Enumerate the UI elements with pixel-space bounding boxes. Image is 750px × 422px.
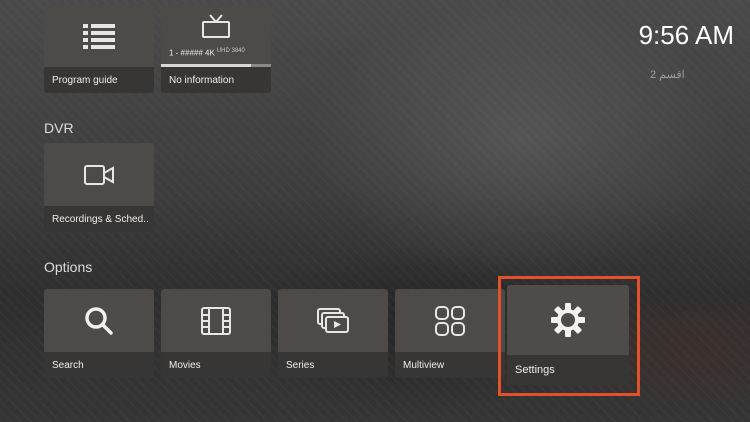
options-section-title: Options — [44, 259, 93, 275]
program-guide-tile[interactable]: Program guide — [44, 4, 154, 93]
movies-tile[interactable]: Movies — [161, 289, 271, 378]
recordings-label: Recordings & Sched.. — [44, 206, 154, 232]
multiview-tile[interactable]: Multiview — [395, 289, 505, 378]
search-icon — [44, 289, 154, 352]
tv-icon — [161, 4, 271, 48]
series-tile[interactable]: Series — [278, 289, 388, 378]
dvr-section-title: DVR — [44, 120, 74, 136]
video-camera-icon — [44, 143, 154, 206]
now-playing-tile[interactable]: 1 - ##### 4K UHD 3840 No information — [161, 4, 271, 93]
program-guide-label: Program guide — [44, 67, 154, 93]
channel-badge: UHD 3840 — [216, 48, 245, 54]
list-icon — [44, 4, 154, 67]
series-label: Series — [278, 352, 388, 378]
channel-watermark: اقسم 2 — [650, 69, 685, 81]
movies-label: Movies — [161, 352, 271, 378]
recordings-tile[interactable]: Recordings & Sched.. — [44, 143, 154, 232]
channel-info: 1 - ##### 4K UHD 3840 — [169, 48, 245, 58]
film-icon — [161, 289, 271, 352]
clock: 9:56 AM — [638, 20, 734, 50]
multiview-label: Multiview — [395, 352, 505, 378]
now-playing-label: No information — [161, 67, 271, 93]
focus-highlight — [498, 276, 640, 396]
grid-icon — [395, 289, 505, 352]
series-icon — [278, 289, 388, 352]
channel-name: 1 - ##### 4K — [169, 48, 215, 58]
search-tile[interactable]: Search — [44, 289, 154, 378]
search-label: Search — [44, 352, 154, 378]
